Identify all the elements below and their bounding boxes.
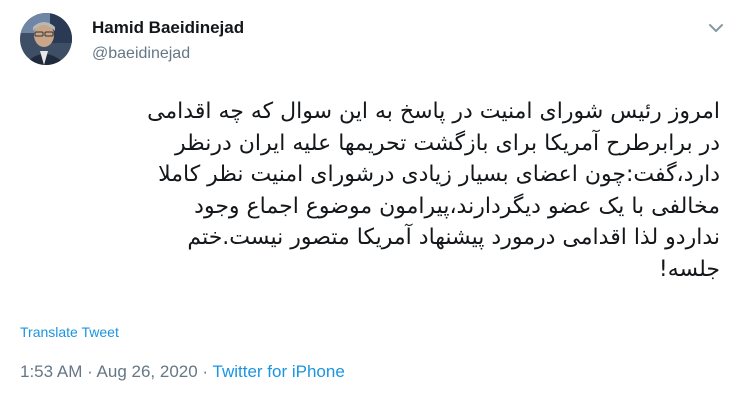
tweet-source-link[interactable]: Twitter for iPhone xyxy=(213,362,345,381)
chevron-down-icon[interactable] xyxy=(706,20,726,36)
tweet-text-line: امروز رئیس شورای امنیت در پاسخ به این سو… xyxy=(147,99,720,124)
tweet-text: امروز رئیس شورای امنیت در پاسخ به این سو… xyxy=(22,96,720,285)
author-info: Hamid Baeidinejad @baeidinejad xyxy=(92,18,244,64)
tweet-text-line: نداردو لذا اقدامی درمورد پیشنهاد آمریکا … xyxy=(187,225,720,250)
tweet-text-line: دارد،گفت:چون اعضای بسیار زیادی درشورای ا… xyxy=(158,162,720,187)
tweet-text-line: در برابرطرح آمریکا برای بازگشت تحریمها ع… xyxy=(175,130,720,156)
tweet-text-line: مخالفی با یک عضو دیگردارند،پیرامون موضوع… xyxy=(194,193,720,219)
author-display-name[interactable]: Hamid Baeidinejad xyxy=(92,18,244,38)
meta-separator: · xyxy=(82,362,97,381)
meta-separator: · xyxy=(197,362,213,381)
avatar-photo xyxy=(20,13,72,65)
tweet-date[interactable]: Aug 26, 2020 xyxy=(97,362,198,381)
tweet-card: Hamid Baeidinejad @baeidinejad امروز رئی… xyxy=(0,0,744,401)
translate-tweet-link[interactable]: Translate Tweet xyxy=(20,324,119,340)
avatar[interactable] xyxy=(20,13,72,65)
tweet-text-line: جلسه! xyxy=(658,256,720,282)
tweet-meta: 1:53 AM · Aug 26, 2020 · Twitter for iPh… xyxy=(20,362,345,382)
author-handle[interactable]: @baeidinejad xyxy=(92,44,244,64)
tweet-time[interactable]: 1:53 AM xyxy=(20,362,82,381)
